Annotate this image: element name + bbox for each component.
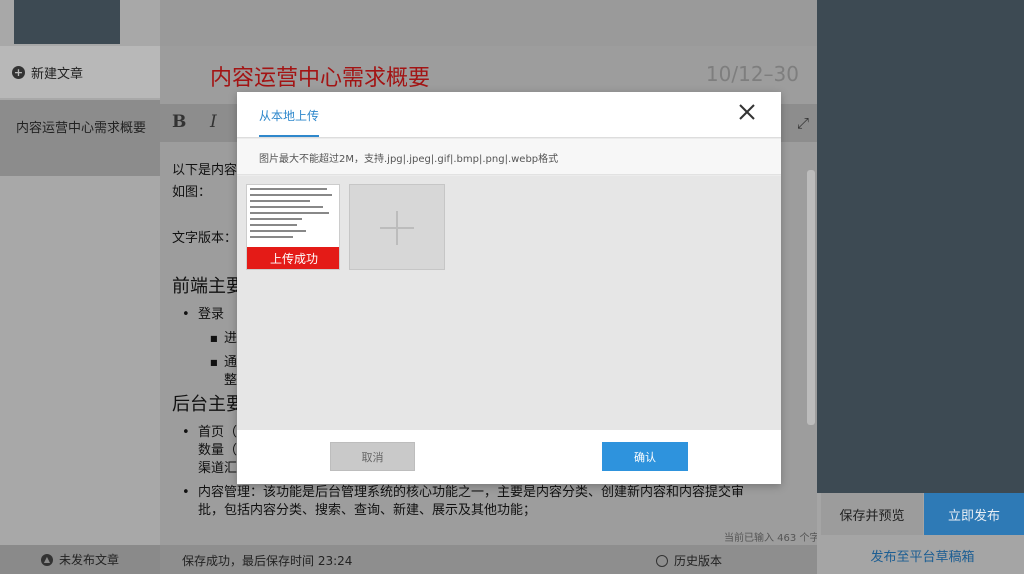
article-date: 10/12–30	[705, 62, 799, 86]
plus-circle-icon: +	[12, 65, 25, 79]
add-image-button[interactable]	[349, 184, 445, 270]
body-intro: 以下是内容	[172, 163, 238, 178]
tab-local-upload[interactable]: 从本地上传	[259, 107, 319, 124]
list-item-content-mgmt-cont: 批，包括内容分类、搜索、查询、新建、展示及其他功能；	[198, 503, 537, 518]
list-item-login: 登录	[182, 304, 224, 326]
logo-block	[14, 0, 120, 44]
dialog-header: 从本地上传	[237, 92, 781, 138]
sidebar: + 新建文章 内容运营中心需求概要 ▲ 未发布文章	[0, 0, 160, 574]
fullscreen-icon[interactable]: ⤢	[797, 114, 809, 132]
hint-bar: 图片最大不能超过2M，支持.jpg|.jpeg|.gif|.bmp|.png|.…	[237, 139, 781, 175]
cancel-button[interactable]: 取消	[330, 442, 415, 471]
save-status: 保存成功，最后保存时间 23:24	[182, 554, 353, 568]
publish-now-button[interactable]: 立即发布	[924, 493, 1024, 535]
editor-scrollbar[interactable]	[807, 170, 815, 425]
italic-button[interactable]: I	[210, 112, 217, 132]
confirm-button[interactable]: 确认	[602, 442, 688, 471]
sidebar-item-article[interactable]: 内容运营中心需求概要	[0, 100, 160, 176]
history-version-button[interactable]: 历史版本	[656, 552, 722, 569]
status-bar: 保存成功，最后保存时间 23:24 历史版本	[160, 545, 817, 574]
save-preview-button[interactable]: 保存并预览	[821, 493, 923, 535]
new-article-button[interactable]: + 新建文章	[0, 46, 160, 98]
document-preview	[250, 188, 336, 242]
list-item-home-cont: 渠道汇	[198, 461, 238, 476]
tab-underline	[259, 135, 319, 137]
backend-heading: 后台主要	[172, 394, 244, 415]
upload-hint: 图片最大不能超过2M，支持.jpg|.jpeg|.gif|.bmp|.png|.…	[259, 154, 559, 165]
right-panel	[817, 0, 1024, 574]
history-label: 历史版本	[674, 554, 723, 568]
close-icon[interactable]	[737, 102, 757, 122]
list-subitem-cont: 整	[224, 373, 238, 388]
frontend-heading: 前端主要	[172, 276, 244, 297]
uploaded-image-thumbnail[interactable]: 上传成功	[246, 184, 340, 270]
upload-success-badge: 上传成功	[247, 247, 339, 269]
chevron-up-icon: ▲	[40, 553, 53, 566]
editor-top-strip	[160, 0, 817, 46]
upload-area: 上传成功	[237, 176, 781, 430]
body-text-version: 文字版本：	[172, 231, 238, 246]
upload-dialog: 从本地上传 图片最大不能超过2M，支持.jpg|.jpeg|.gif|.bmp|…	[237, 92, 781, 484]
dialog-footer: 取消 确认	[237, 430, 781, 484]
publish-draft-button[interactable]: 发布至平台草稿箱	[821, 537, 1024, 574]
unpublished-label: 未发布文章	[58, 553, 119, 567]
word-count: 当前已输入 463 个字	[724, 533, 820, 544]
article-item-label: 内容运营中心需求概要	[16, 121, 147, 136]
article-title[interactable]: 内容运营中心需求概要	[210, 60, 430, 92]
clock-icon	[656, 554, 668, 567]
list-subitem: 进	[210, 328, 237, 350]
publish-actions: 保存并预览 立即发布 发布至平台草稿箱	[817, 493, 1024, 574]
bold-button[interactable]: B	[172, 112, 186, 132]
unpublished-articles-toggle[interactable]: ▲ 未发布文章	[0, 545, 160, 574]
new-article-label: 新建文章	[31, 66, 84, 82]
body-as-shown: 如图：	[172, 185, 212, 200]
